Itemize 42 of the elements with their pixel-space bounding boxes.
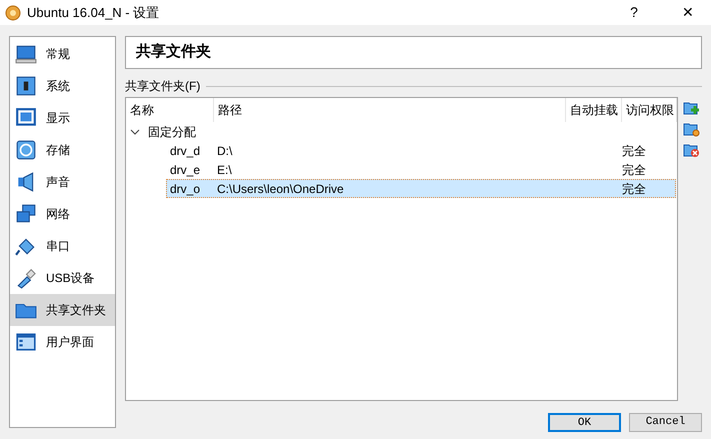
window-icon <box>14 331 38 353</box>
table-row[interactable]: drv_e E:\ 完全 <box>166 160 676 179</box>
sidebar-item[interactable]: 串口 <box>10 230 115 262</box>
column-header[interactable]: 访问权限 <box>622 98 677 122</box>
table-cell: 完全 <box>622 144 646 158</box>
window-title: Ubuntu 16.04_N - 设置 <box>27 4 160 22</box>
help-button[interactable]: ? <box>611 0 657 25</box>
table-cell: E:\ <box>217 162 232 176</box>
sidebar-item[interactable]: 存储 <box>10 134 115 166</box>
remove-folder-icon[interactable] <box>683 142 700 158</box>
table-cell: 完全 <box>622 162 646 176</box>
cancel-button[interactable]: Cancel <box>629 413 702 432</box>
page-title: 共享文件夹 <box>125 36 702 69</box>
table-cell: C:\Users\leon\OneDrive <box>217 182 344 196</box>
close-button[interactable]: ✕ <box>665 0 711 25</box>
table-cell: drv_d <box>170 144 200 158</box>
table-cell: D:\ <box>217 144 232 158</box>
sidebar-item[interactable]: 用户界面 <box>10 326 115 358</box>
column-header[interactable]: 名称 <box>126 98 214 122</box>
table-cell: drv_o <box>170 182 200 196</box>
sidebar-item[interactable]: 常规 <box>10 38 115 70</box>
edit-folder-icon[interactable] <box>683 121 700 137</box>
ok-button[interactable]: OK <box>548 413 621 432</box>
sidebar-item[interactable]: 系统 <box>10 70 115 102</box>
add-folder-icon[interactable] <box>683 100 700 116</box>
column-header[interactable]: 路径 <box>214 98 566 122</box>
network-icon <box>14 203 38 225</box>
column-header[interactable]: 自动挂载 <box>566 98 622 122</box>
sidebar-item[interactable]: 声音 <box>10 166 115 198</box>
sidebar-item[interactable]: USB设备 <box>10 262 115 294</box>
sidebar-item[interactable]: 网络 <box>10 198 115 230</box>
monitor-icon <box>14 43 38 65</box>
table-row[interactable]: drv_o C:\Users\leon\OneDrive 完全 <box>166 179 676 198</box>
sidebar-item[interactable]: 共享文件夹 <box>10 294 115 326</box>
table-cell: 完全 <box>622 182 646 196</box>
group-label: 共享文件夹(F) <box>125 78 200 95</box>
sidebar-item[interactable]: 显示 <box>10 102 115 134</box>
table-row[interactable]: drv_d D:\ 完全 <box>166 141 676 160</box>
table-cell: drv_e <box>170 162 200 176</box>
group-row-label[interactable]: 固定分配 <box>148 122 196 140</box>
caret-icon[interactable] <box>130 126 142 136</box>
chip-icon <box>14 75 38 97</box>
